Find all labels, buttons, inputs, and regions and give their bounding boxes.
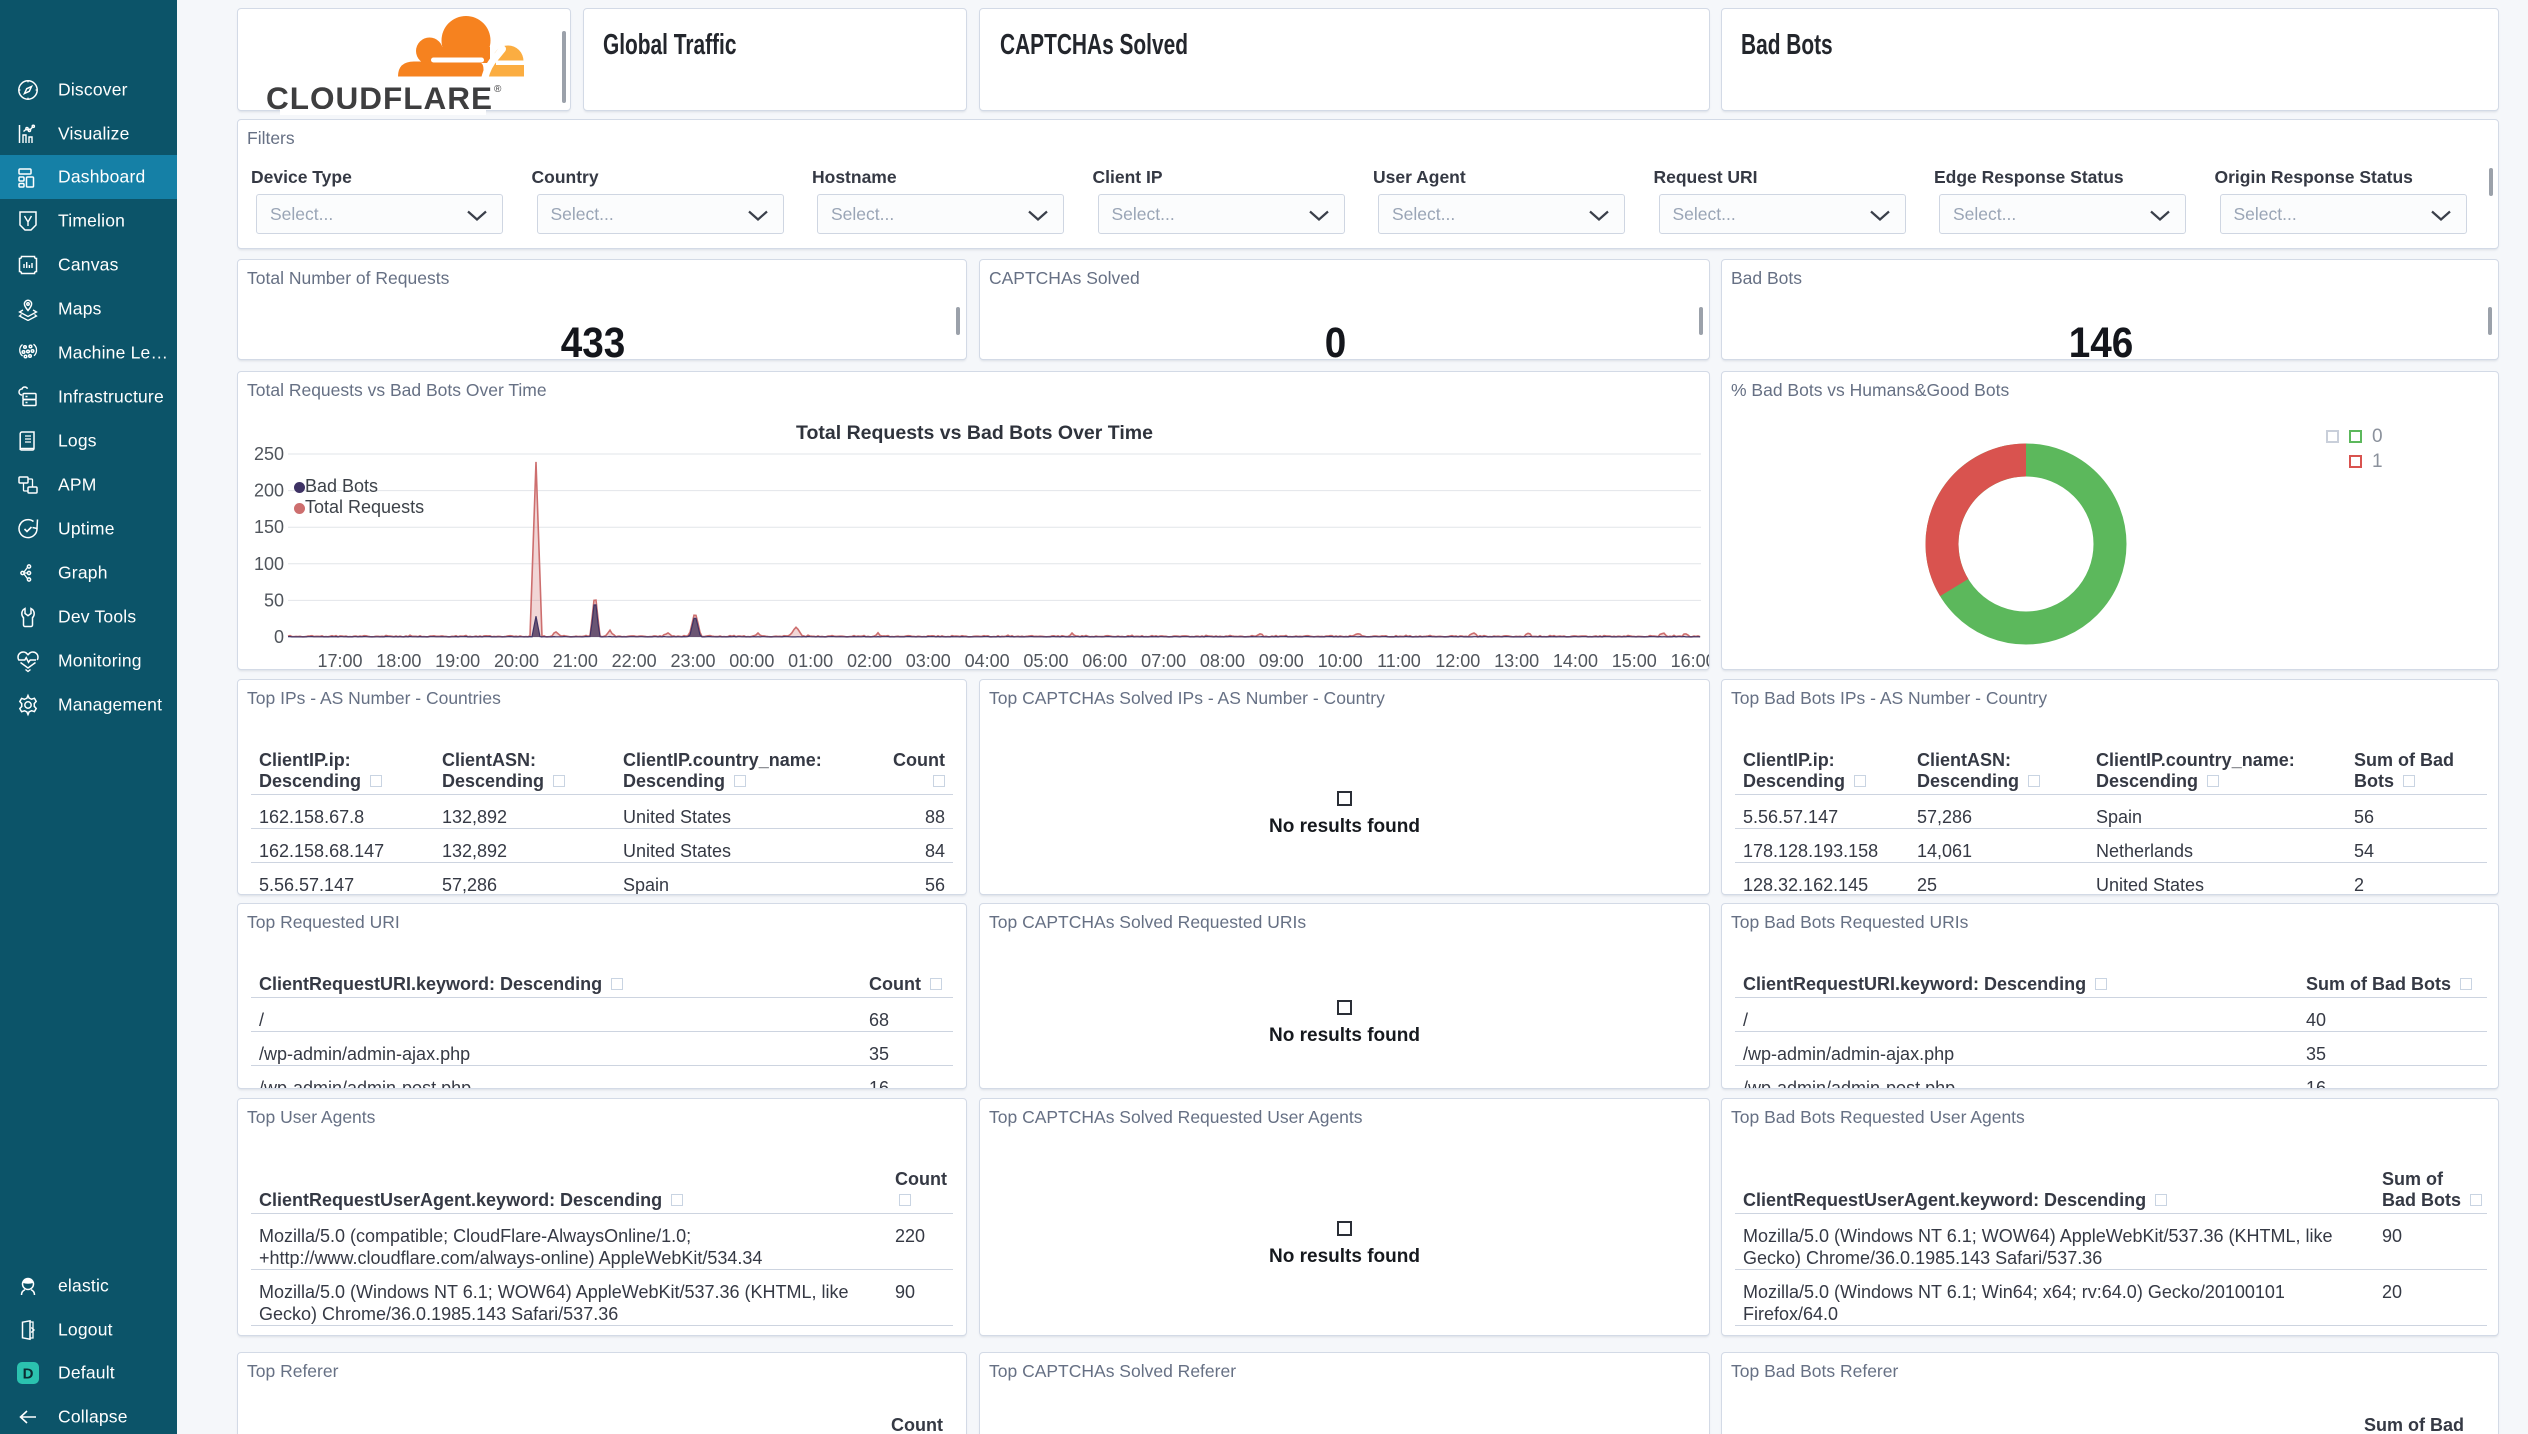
svg-text:250: 250 (254, 444, 284, 464)
svg-text:17:00: 17:00 (317, 651, 362, 669)
svg-text:14:00: 14:00 (1553, 651, 1598, 669)
svg-text:CLOUDFLARE: CLOUDFLARE (266, 80, 493, 110)
svg-text:21:00: 21:00 (553, 651, 598, 669)
svg-text:16:00: 16:00 (1671, 651, 1709, 669)
svg-text:D: D (23, 1366, 34, 1383)
svg-text:05:00: 05:00 (1023, 651, 1068, 669)
svg-text:22:00: 22:00 (612, 651, 657, 669)
svg-text:150: 150 (254, 517, 284, 537)
svg-text:04:00: 04:00 (965, 651, 1010, 669)
svg-text:01:00: 01:00 (788, 651, 833, 669)
svg-text:18:00: 18:00 (376, 651, 421, 669)
svg-text:®: ® (494, 84, 502, 95)
svg-text:23:00: 23:00 (670, 651, 715, 669)
svg-text:50: 50 (264, 590, 284, 610)
svg-text:20:00: 20:00 (494, 651, 539, 669)
svg-text:200: 200 (254, 481, 284, 501)
svg-text:13:00: 13:00 (1494, 651, 1539, 669)
svg-text:09:00: 09:00 (1259, 651, 1304, 669)
svg-text:10:00: 10:00 (1318, 651, 1363, 669)
svg-text:08:00: 08:00 (1200, 651, 1245, 669)
svg-text:00:00: 00:00 (729, 651, 774, 669)
svg-text:19:00: 19:00 (435, 651, 480, 669)
svg-text:06:00: 06:00 (1082, 651, 1127, 669)
svg-text:11:00: 11:00 (1377, 651, 1421, 669)
svg-text:07:00: 07:00 (1141, 651, 1186, 669)
svg-text:02:00: 02:00 (847, 651, 892, 669)
svg-text:0: 0 (274, 627, 284, 647)
svg-text:15:00: 15:00 (1612, 651, 1657, 669)
svg-text:100: 100 (254, 554, 284, 574)
svg-text:12:00: 12:00 (1435, 651, 1480, 669)
svg-text:03:00: 03:00 (906, 651, 951, 669)
